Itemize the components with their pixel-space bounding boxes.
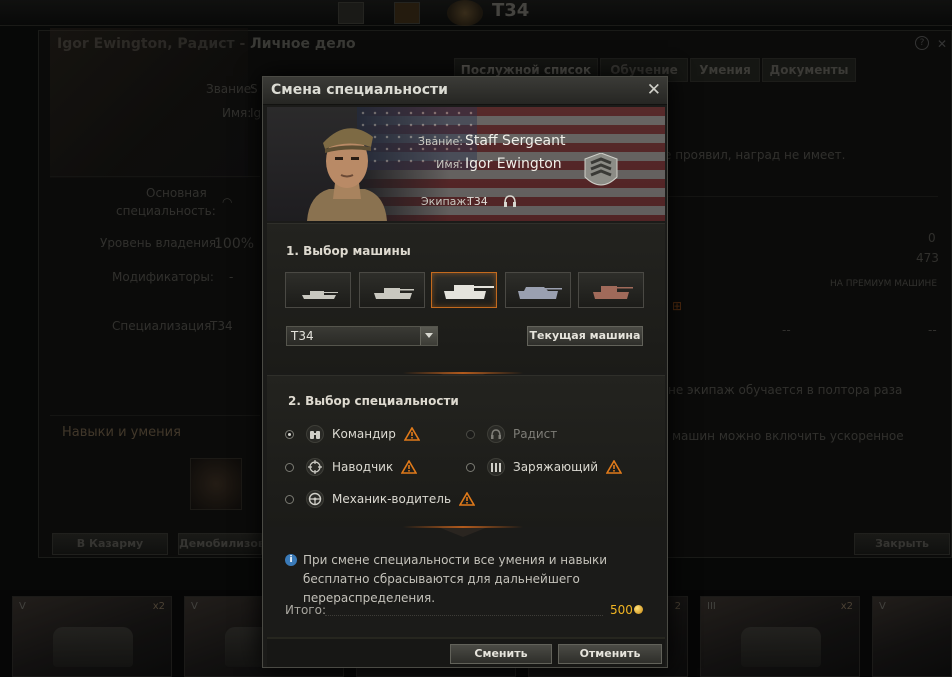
role-option-driver[interactable]: Механик-водитель <box>285 489 476 509</box>
role-option-loader[interactable]: Заряжающий <box>466 457 623 477</box>
crew-value: T34 <box>467 195 488 208</box>
vehicle-option-2[interactable] <box>359 272 425 308</box>
radio-button[interactable] <box>285 494 294 504</box>
role-label-driver: Механик-водитель <box>332 492 452 506</box>
divider-glow <box>403 372 523 374</box>
dotted-leader <box>325 615 603 616</box>
dialog-title-bar[interactable]: Смена специальности ✕ <box>263 77 667 105</box>
dialog-title: Смена специальности <box>271 82 448 98</box>
crew-member-card: Звание: Staff Sergeant Имя: Igor Ewingto… <box>267 107 665 221</box>
role-label-radio-operator: Радист <box>513 427 558 441</box>
steering-wheel-icon <box>306 490 324 508</box>
light-tank-icon <box>302 291 338 299</box>
crew-portrait <box>307 128 387 221</box>
vehicle-option-5[interactable] <box>578 272 644 308</box>
vehicle-section-title: 1. Выбор машины <box>286 244 411 258</box>
crew-label: Экипаж: <box>421 195 471 208</box>
role-label-gunner: Наводчик <box>332 460 394 474</box>
divider-glow <box>403 526 523 528</box>
headphones-icon <box>487 425 505 443</box>
total-label: Итого: <box>285 603 326 617</box>
change-button[interactable]: Сменить <box>450 644 552 664</box>
name-value: Igor Ewington <box>465 156 562 172</box>
info-text: При смене специальности все умения и нав… <box>303 553 608 605</box>
role-label-commander: Командир <box>332 427 396 441</box>
warning-icon <box>401 460 418 474</box>
rank-insignia-icon <box>584 153 618 186</box>
radio-button[interactable] <box>285 462 294 472</box>
total-value: 500 <box>610 603 633 617</box>
rank-value: Staff Sergeant <box>465 133 566 149</box>
rank-label: Звание: <box>417 135 463 148</box>
vehicle-option-3-selected[interactable] <box>431 272 497 308</box>
vehicle-dropdown[interactable]: T34 <box>286 326 438 346</box>
radio-button <box>466 429 475 439</box>
role-option-commander[interactable]: Командир <box>285 424 420 444</box>
radio-button[interactable] <box>466 462 475 472</box>
radio-button[interactable] <box>285 429 294 439</box>
specialty-section-title: 2. Выбор специальности <box>288 394 459 408</box>
gold-icon <box>634 605 643 614</box>
role-option-gunner[interactable]: Наводчик <box>285 457 418 477</box>
vehicle-option-1[interactable] <box>285 272 351 308</box>
vehicle-option-4[interactable] <box>505 272 571 308</box>
info-icon: i <box>285 554 297 566</box>
warning-icon <box>403 427 420 441</box>
shells-icon <box>487 458 505 476</box>
section-divider-arrow <box>438 527 488 537</box>
premium-tank-icon <box>593 286 633 299</box>
current-vehicle-button[interactable]: Текущая машина <box>527 326 643 346</box>
binoculars-icon <box>306 425 324 443</box>
name-label: Имя: <box>436 158 463 171</box>
warning-icon <box>606 460 623 474</box>
medium-tank-icon <box>374 288 414 299</box>
warning-icon <box>459 492 476 506</box>
tank-destroyer-icon <box>518 287 562 299</box>
crosshair-icon <box>306 458 324 476</box>
role-option-radio-operator: Радист <box>466 424 565 444</box>
role-label-loader: Заряжающий <box>513 460 599 474</box>
chevron-down-icon[interactable] <box>420 327 437 345</box>
close-icon[interactable]: ✕ <box>647 80 661 100</box>
headphones-icon <box>504 195 516 207</box>
vehicle-dropdown-value: T34 <box>291 329 314 343</box>
heavy-tank-icon <box>444 285 494 299</box>
cancel-button[interactable]: Отменить <box>558 644 662 664</box>
